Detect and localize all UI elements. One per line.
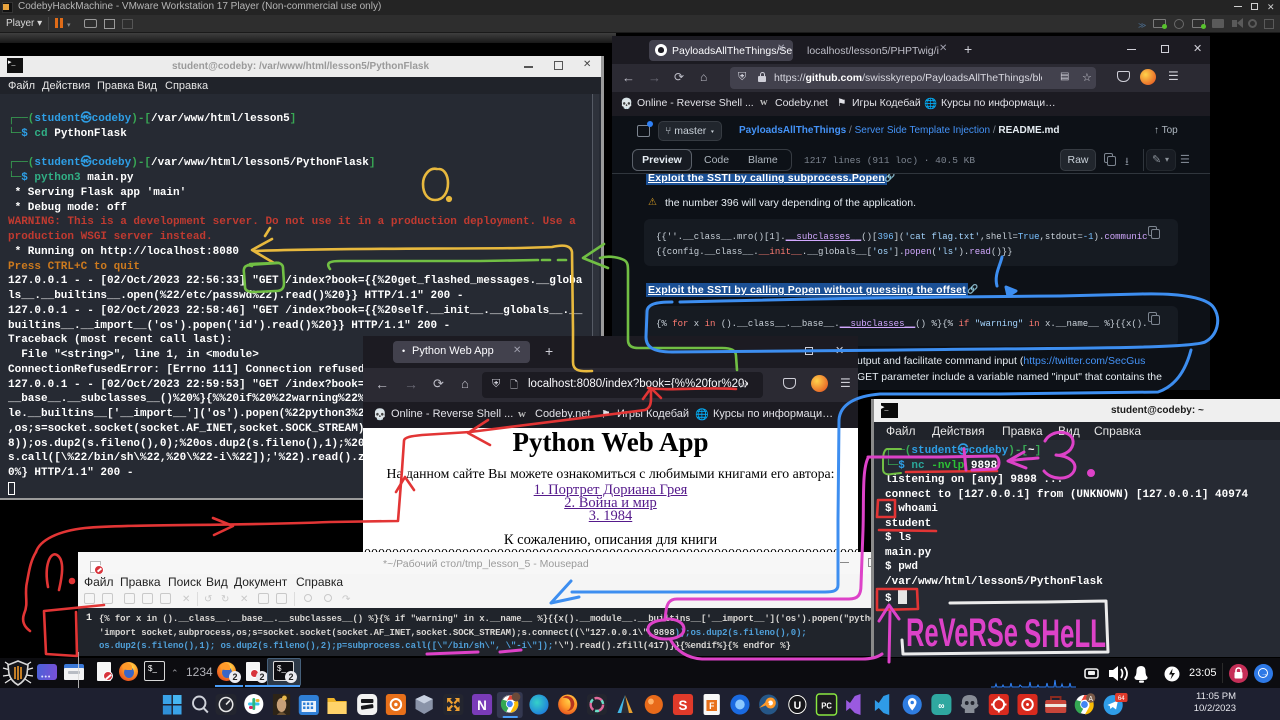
svg-text:SHeLL: SHeLL [1024, 612, 1106, 656]
svg-text:ReVeRSe: ReVeRSe [906, 611, 1018, 655]
